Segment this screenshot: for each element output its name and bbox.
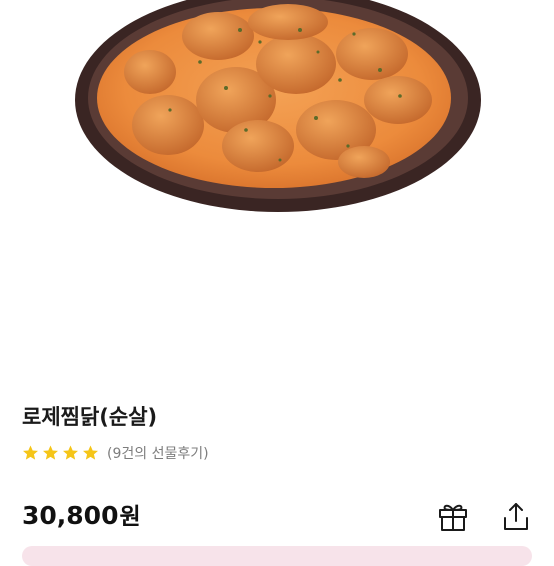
rating-stars <box>21 444 101 462</box>
star-icon <box>83 445 98 460</box>
price-currency: 원 <box>119 504 141 530</box>
star-icon <box>23 445 38 460</box>
gift-button[interactable] <box>435 498 471 534</box>
share-icon <box>504 503 528 530</box>
review-count[interactable]: (9건의 선물후기) <box>107 443 209 463</box>
bottom-action-bar[interactable] <box>22 546 532 566</box>
star-icon <box>43 445 58 460</box>
product-rating[interactable]: (9건의 선물후기) <box>21 443 209 463</box>
product-title: 로제찜닭(순살) <box>22 405 158 429</box>
product-image <box>0 0 554 380</box>
gift-icon <box>439 504 467 531</box>
share-button[interactable] <box>498 498 534 534</box>
price-value: 30,800 <box>22 501 119 530</box>
star-icon <box>63 445 78 460</box>
product-price: 30,800원 <box>22 497 141 531</box>
